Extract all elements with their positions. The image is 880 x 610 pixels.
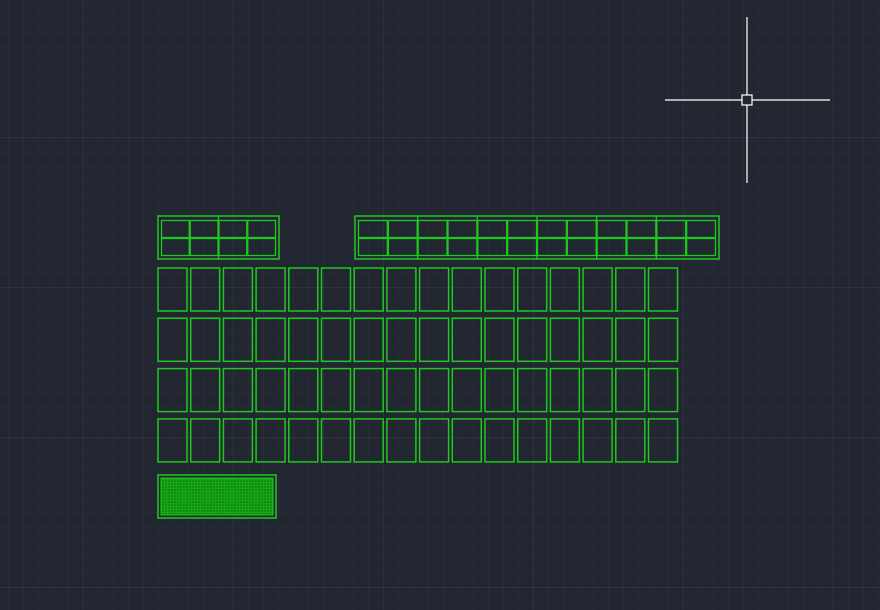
hatch-block[interactable] <box>157 474 277 519</box>
cad-drawing-canvas[interactable] <box>0 0 880 610</box>
hatch-block-fill[interactable] <box>160 477 274 516</box>
major-grid <box>0 0 880 610</box>
pickbox <box>741 94 753 106</box>
